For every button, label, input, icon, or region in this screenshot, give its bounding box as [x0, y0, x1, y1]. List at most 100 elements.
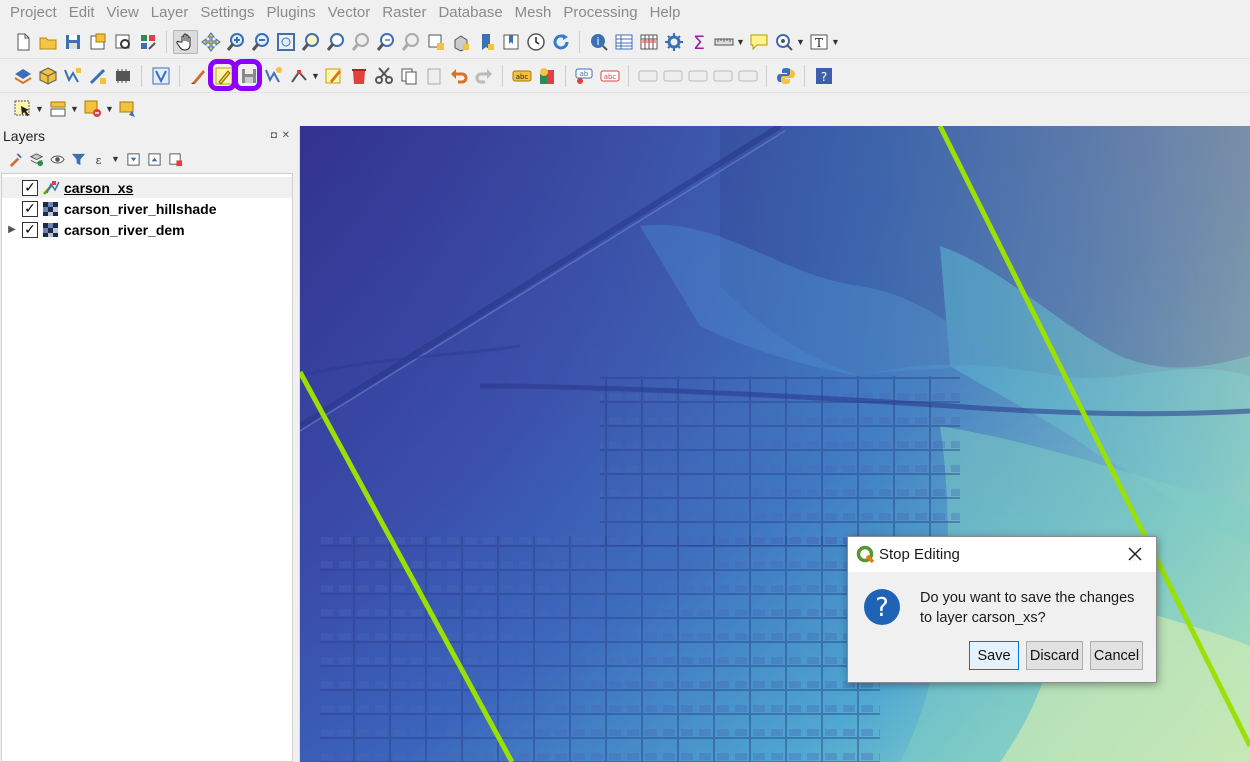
- menu-raster[interactable]: Raster: [376, 0, 432, 26]
- layer-styling-icon[interactable]: [6, 150, 24, 168]
- zoom-last-icon[interactable]: [373, 30, 398, 54]
- menu-settings[interactable]: Settings: [194, 0, 260, 26]
- pan-map-icon[interactable]: [173, 30, 198, 54]
- menu-mesh[interactable]: Mesh: [509, 0, 558, 26]
- menu-processing[interactable]: Processing: [557, 0, 643, 26]
- expand-all-icon[interactable]: [124, 150, 142, 168]
- new-print-layout-icon[interactable]: [85, 30, 110, 54]
- zoom-next-icon[interactable]: [398, 30, 423, 54]
- layer-row[interactable]: ▶ ✓ carson_river_dem: [2, 219, 292, 240]
- chevron-down-icon[interactable]: ▼: [311, 71, 321, 81]
- move-label-icon[interactable]: [635, 64, 660, 88]
- zoom-full-icon[interactable]: [273, 30, 298, 54]
- layer-name[interactable]: carson_river_hillshade: [64, 201, 217, 217]
- chevron-down-icon[interactable]: ▼: [736, 37, 746, 47]
- new-geopackage-icon[interactable]: [35, 64, 60, 88]
- new-3d-view-icon[interactable]: [448, 30, 473, 54]
- select-features-icon[interactable]: [10, 97, 35, 121]
- chevron-down-icon[interactable]: ▼: [35, 104, 45, 114]
- new-shapefile-icon[interactable]: [60, 64, 85, 88]
- zoom-native-icon[interactable]: [348, 30, 373, 54]
- text-annotation-icon[interactable]: T: [806, 30, 831, 54]
- processing-toolbox-icon[interactable]: [661, 30, 686, 54]
- layer-row[interactable]: ✓ carson_river_hillshade: [2, 198, 292, 219]
- pin-labels-icon[interactable]: ab: [572, 64, 597, 88]
- save-layer-edits-icon[interactable]: [233, 58, 262, 91]
- new-project-icon[interactable]: [10, 30, 35, 54]
- refresh-icon[interactable]: [548, 30, 573, 54]
- virtual-layer-icon[interactable]: [148, 64, 173, 88]
- zoom-out-icon[interactable]: [248, 30, 273, 54]
- redo-icon[interactable]: [471, 64, 496, 88]
- remove-layer-icon[interactable]: [166, 150, 184, 168]
- pan-to-selection-icon[interactable]: [198, 30, 223, 54]
- identify-features-icon[interactable]: i: [586, 30, 611, 54]
- undo-icon[interactable]: [446, 64, 471, 88]
- layer-name[interactable]: carson_river_dem: [64, 222, 185, 238]
- chevron-down-icon[interactable]: ▼: [105, 104, 115, 114]
- chevron-down-icon[interactable]: ▼: [70, 104, 80, 114]
- new-map-view-icon[interactable]: [423, 30, 448, 54]
- manage-visibility-icon[interactable]: [48, 150, 66, 168]
- menu-edit[interactable]: Edit: [63, 0, 101, 26]
- temporal-controller-icon[interactable]: [523, 30, 548, 54]
- label-toolbar-icon[interactable]: abc: [509, 64, 534, 88]
- deselect-features-icon[interactable]: [80, 97, 105, 121]
- menu-database[interactable]: Database: [432, 0, 508, 26]
- layer-visibility-checkbox[interactable]: ✓: [22, 221, 38, 238]
- label-properties-icon[interactable]: [735, 64, 760, 88]
- modify-attributes-icon[interactable]: [321, 64, 346, 88]
- show-hide-labels-icon[interactable]: [660, 64, 685, 88]
- zoom-to-layer-icon[interactable]: [323, 30, 348, 54]
- locate-icon[interactable]: [771, 30, 796, 54]
- close-icon[interactable]: [1126, 545, 1144, 563]
- layer-diagram-icon[interactable]: [534, 64, 559, 88]
- menu-help[interactable]: Help: [644, 0, 687, 26]
- paste-features-icon[interactable]: [421, 64, 446, 88]
- menu-project[interactable]: Project: [4, 0, 63, 26]
- highlight-pinned-labels-icon[interactable]: abc: [597, 64, 622, 88]
- zoom-in-icon[interactable]: [223, 30, 248, 54]
- field-calculator-icon[interactable]: [636, 30, 661, 54]
- layout-manager-icon[interactable]: [110, 30, 135, 54]
- layer-visibility-checkbox[interactable]: ✓: [22, 179, 38, 196]
- open-project-icon[interactable]: [35, 30, 60, 54]
- new-spatial-bookmark-icon[interactable]: [473, 30, 498, 54]
- statistics-icon[interactable]: Σ: [686, 30, 711, 54]
- select-by-location-icon[interactable]: [115, 97, 140, 121]
- save-project-icon[interactable]: [60, 30, 85, 54]
- python-console-icon[interactable]: [773, 64, 798, 88]
- attribute-table-icon[interactable]: [611, 30, 636, 54]
- vertex-tool-icon[interactable]: [286, 64, 311, 88]
- select-by-value-icon[interactable]: [45, 97, 70, 121]
- cancel-button[interactable]: Cancel: [1090, 641, 1143, 670]
- map-tips-icon[interactable]: [746, 30, 771, 54]
- zoom-to-selection-icon[interactable]: [298, 30, 323, 54]
- cut-features-icon[interactable]: [371, 64, 396, 88]
- layer-name[interactable]: carson_xs: [64, 180, 133, 196]
- change-label-icon[interactable]: [710, 64, 735, 88]
- layer-visibility-checkbox[interactable]: ✓: [22, 200, 38, 217]
- show-bookmarks-icon[interactable]: [498, 30, 523, 54]
- expand-arrow-icon[interactable]: ▶: [2, 224, 22, 235]
- discard-button[interactable]: Discard: [1026, 641, 1083, 670]
- layer-row[interactable]: ✓ carson_xs: [2, 177, 292, 198]
- measure-line-icon[interactable]: [711, 30, 736, 54]
- new-temporary-layer-icon[interactable]: [85, 64, 110, 88]
- chevron-down-icon[interactable]: ▼: [831, 37, 841, 47]
- collapse-all-icon[interactable]: [145, 150, 163, 168]
- chevron-down-icon[interactable]: ▼: [796, 37, 806, 47]
- add-group-icon[interactable]: [27, 150, 45, 168]
- menu-layer[interactable]: Layer: [145, 0, 195, 26]
- rotate-label-icon[interactable]: [685, 64, 710, 88]
- new-virtual-layer-icon[interactable]: [110, 64, 135, 88]
- menu-vector[interactable]: Vector: [322, 0, 377, 26]
- chevron-down-icon[interactable]: ▼: [111, 154, 121, 164]
- filter-legend-icon[interactable]: [69, 150, 87, 168]
- style-manager-icon[interactable]: [135, 30, 160, 54]
- menu-view[interactable]: View: [101, 0, 145, 26]
- digitize-line-icon[interactable]: [261, 64, 286, 88]
- copy-features-icon[interactable]: [396, 64, 421, 88]
- filter-expression-icon[interactable]: ε: [90, 150, 108, 168]
- delete-selected-icon[interactable]: [346, 64, 371, 88]
